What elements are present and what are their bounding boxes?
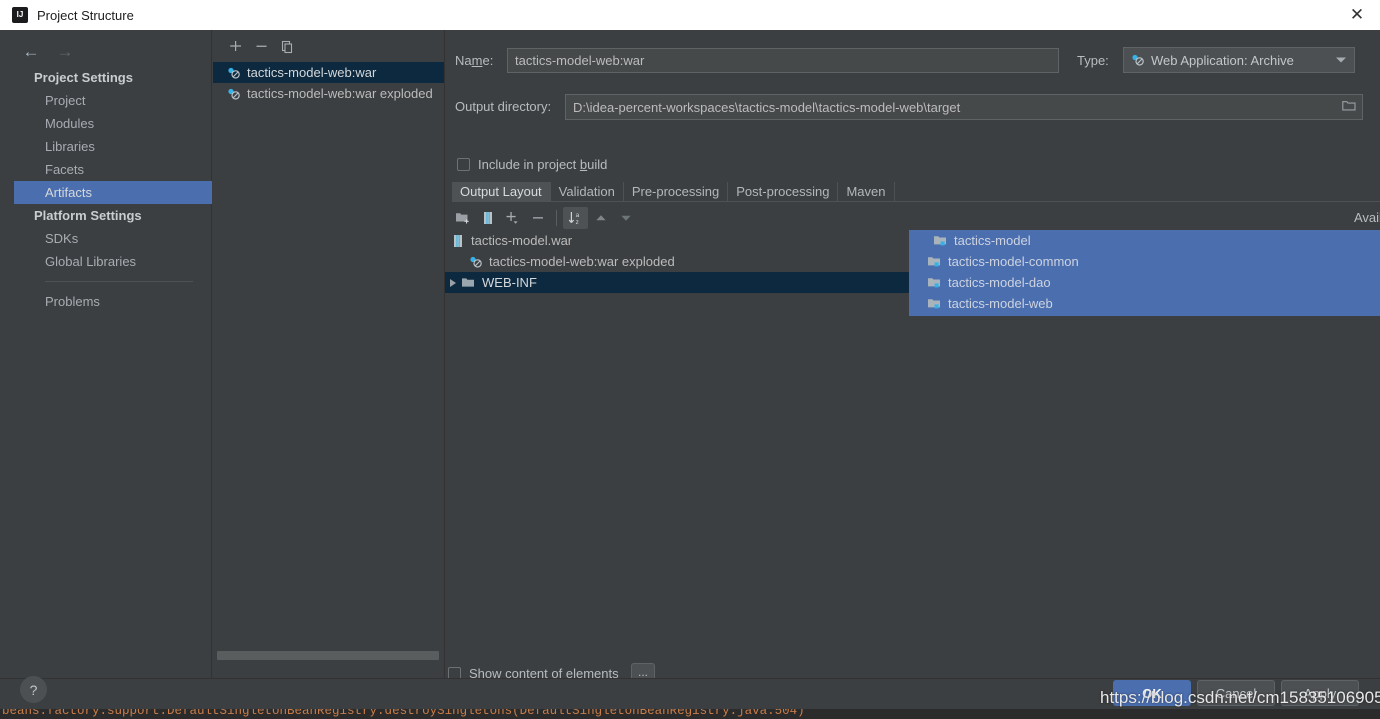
folder-icon (461, 276, 476, 289)
tree-row[interactable]: WEB-INF (445, 272, 910, 293)
tab-post-processing[interactable]: Post-processing (728, 182, 839, 201)
nav-group-platform-settings: Platform Settings (34, 208, 142, 223)
type-select-value: Web Application: Archive (1151, 52, 1294, 68)
sidebar-item-sdks[interactable]: SDKs (14, 227, 211, 250)
folder-browse-icon[interactable] (1342, 100, 1356, 115)
archive-icon (451, 234, 465, 248)
new-folder-icon[interactable] (450, 207, 475, 229)
available-element-label: tactics-model-dao (948, 275, 1051, 290)
arrow-right-icon[interactable]: → (48, 38, 82, 64)
output-directory-value: D:\idea-percent-workspaces\tactics-model… (573, 99, 961, 115)
tab-validation[interactable]: Validation (551, 182, 624, 201)
dialog-body: ← → Project Settings Project Modules Lib… (0, 30, 1380, 685)
toolbar-divider (556, 210, 557, 226)
sidebar-item-modules[interactable]: Modules (14, 112, 211, 135)
output-layout-tree: tactics-model.war tactics-model-web:war … (445, 230, 910, 660)
artifact-icon (469, 255, 483, 269)
output-directory-label: Output directory: (455, 99, 552, 114)
output-layout-toolbar: a z (450, 206, 910, 230)
name-label: Name: (455, 53, 494, 68)
available-elements-header: Available Elements ? (1354, 208, 1380, 226)
tree-row[interactable]: tactics-model-web:war exploded (445, 251, 910, 272)
module-icon (927, 255, 942, 268)
include-in-build-checkbox[interactable]: Include in project build (457, 157, 607, 172)
arrow-left-icon[interactable]: ← (14, 38, 48, 64)
list-item[interactable]: tactics-model-web (909, 293, 1380, 314)
sidebar-item-libraries[interactable]: Libraries (14, 135, 211, 158)
archive-icon[interactable] (475, 207, 500, 229)
name-row: Name: tactics-model-web:war Type: Web Ap… (445, 47, 1380, 73)
watermark: https://blog.csdn.net/cm15835106905 (1100, 688, 1380, 707)
sidebar-divider (45, 281, 193, 282)
available-element-label: tactics-model-web (948, 296, 1053, 311)
artifact-icon (227, 66, 241, 80)
tree-row[interactable]: tactics-model.war (445, 230, 910, 251)
list-item[interactable]: tactics-model (909, 230, 1380, 251)
svg-text:z: z (575, 219, 578, 226)
tree-row-label: tactics-model-web:war exploded (489, 254, 675, 269)
sidebar-item-project[interactable]: Project (14, 89, 211, 112)
tree-row-label: tactics-model.war (471, 233, 573, 248)
help-button[interactable]: ? (20, 676, 47, 703)
arrow-up-icon[interactable] (588, 207, 613, 229)
nav-history-controls: ← → (14, 38, 211, 64)
list-item[interactable]: tactics-model-web:war exploded (213, 83, 444, 104)
tab-pre-processing[interactable]: Pre-processing (624, 182, 729, 201)
dialog-titlebar: Project Structure ✕ (0, 0, 1380, 30)
name-input[interactable]: tactics-model-web:war (507, 48, 1059, 73)
artifact-icon (1131, 53, 1145, 67)
svg-text:a: a (575, 212, 579, 219)
artifacts-toolbar (212, 34, 454, 59)
sidebar-item-global-libraries[interactable]: Global Libraries (14, 250, 211, 273)
add-artifact-button[interactable] (222, 36, 248, 58)
type-select[interactable]: Web Application: Archive (1123, 47, 1355, 73)
artifacts-list: tactics-model-web:war tactics-model-web:… (213, 62, 444, 104)
close-icon[interactable]: ✕ (1334, 0, 1380, 30)
chevron-down-icon (1336, 57, 1346, 63)
module-icon (927, 297, 942, 310)
settings-sidebar: ← → Project Settings Project Modules Lib… (14, 30, 242, 678)
artifact-label: tactics-model-web:war exploded (247, 86, 433, 101)
tab-maven[interactable]: Maven (838, 182, 895, 201)
available-elements-list: tactics-model tactics-model-common tacti… (909, 230, 1380, 316)
sidebar-item-problems[interactable]: Problems (14, 290, 211, 313)
module-icon (927, 276, 942, 289)
chevron-right-icon[interactable] (445, 278, 461, 287)
settings-nav-list: Project Settings Project Modules Librari… (14, 66, 242, 313)
project-structure-dialog: Project Structure ✕ ← → Project Settings… (0, 0, 1380, 709)
arrow-down-icon[interactable] (613, 207, 638, 229)
output-directory-row: Output directory: D:\idea-percent-worksp… (445, 94, 1380, 120)
artifacts-list-panel: tactics-model-web:war tactics-model-web:… (212, 30, 445, 678)
checkbox-box (457, 158, 470, 171)
artifact-icon (227, 87, 241, 101)
available-element-label: tactics-model-common (948, 254, 1079, 269)
tree-row-label: WEB-INF (482, 275, 537, 290)
sidebar-item-artifacts[interactable]: Artifacts (14, 181, 242, 204)
copy-artifact-button[interactable] (274, 36, 300, 58)
module-icon (933, 234, 948, 247)
artifact-tabs: Output Layout Validation Pre-processing … (452, 181, 1380, 202)
remove-artifact-button[interactable] (248, 36, 274, 58)
list-item[interactable]: tactics-model-common (909, 251, 1380, 272)
nav-group-project-settings: Project Settings (34, 70, 133, 85)
tab-output-layout[interactable]: Output Layout (452, 182, 551, 201)
sort-az-icon[interactable]: a z (563, 207, 588, 229)
name-input-value: tactics-model-web:war (515, 53, 645, 68)
screen: beans.factory.support.DefaultSingletonBe… (0, 0, 1380, 719)
add-dropdown-icon[interactable] (500, 207, 525, 229)
dialog-title: Project Structure (37, 7, 134, 23)
available-elements-title: Available Elements (1354, 209, 1380, 225)
output-directory-input[interactable]: D:\idea-percent-workspaces\tactics-model… (565, 94, 1363, 120)
intellij-idea-icon (12, 7, 28, 23)
horizontal-scrollbar[interactable] (217, 651, 439, 660)
include-in-build-label: Include in project build (478, 157, 608, 172)
artifact-label: tactics-model-web:war (247, 65, 377, 80)
minus-icon[interactable] (525, 207, 550, 229)
sidebar-item-facets[interactable]: Facets (14, 158, 211, 181)
list-item[interactable]: tactics-model-web:war (213, 62, 444, 83)
type-label: Type: (1077, 53, 1109, 68)
available-element-label: tactics-model (954, 233, 1031, 248)
list-item[interactable]: tactics-model-dao (909, 272, 1380, 293)
